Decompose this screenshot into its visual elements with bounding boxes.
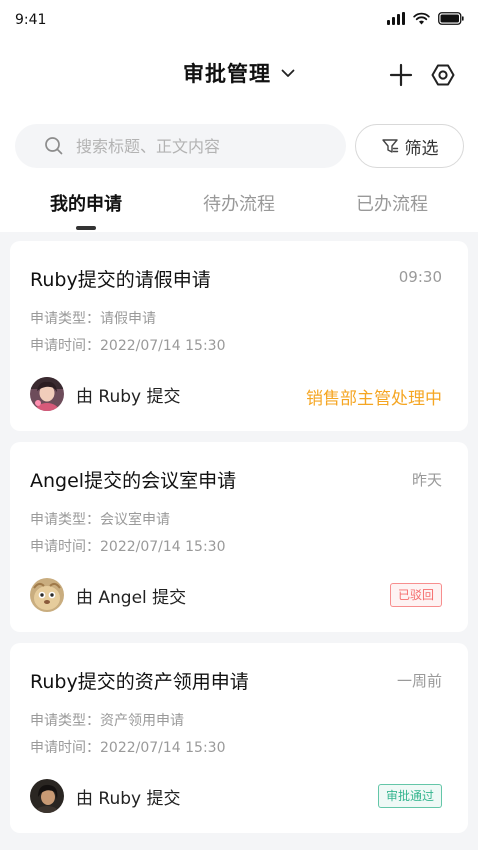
settings-icon: [431, 64, 455, 86]
search-bar[interactable]: [15, 124, 346, 168]
submitter: 由 Ruby 提交: [30, 377, 180, 411]
search-icon: [45, 137, 63, 155]
status-text: 销售部主管处理中: [306, 389, 442, 409]
status-badge: 审批通过: [377, 784, 442, 808]
tab-my-requests[interactable]: 我的申请: [26, 190, 146, 216]
request-title: Ruby提交的资产领用申请: [30, 671, 249, 693]
settings-button[interactable]: [430, 62, 456, 88]
submitter-name: 由 Ruby 提交: [76, 386, 181, 407]
tab-pending[interactable]: 待办流程: [179, 190, 299, 216]
request-type: 申请类型：资产领用申请: [30, 713, 184, 729]
avatar: [30, 377, 64, 411]
signal-icon: [387, 12, 405, 25]
avatar: [30, 779, 64, 813]
request-card[interactable]: Angel提交的会议室申请 昨天 申请类型：会议室申请 申请时间：2022/07…: [10, 442, 468, 632]
submitter-name: 由 Ruby 提交: [76, 788, 181, 809]
request-card[interactable]: Ruby提交的资产领用申请 一周前 申请类型：资产领用申请 申请时间：2022/…: [10, 643, 468, 833]
submitter: 由 Ruby 提交: [30, 779, 180, 813]
request-type: 申请类型：会议室申请: [30, 512, 170, 528]
tab-done[interactable]: 已办流程: [332, 190, 452, 216]
status-time: 9:41: [15, 12, 47, 28]
request-date: 申请时间：2022/07/14 15:30: [30, 338, 226, 354]
request-time: 一周前: [396, 672, 442, 690]
add-button[interactable]: [388, 62, 414, 88]
request-title: Ruby提交的请假申请: [30, 269, 211, 291]
battery-icon: [438, 12, 464, 25]
request-time: 09:30: [398, 268, 442, 286]
tab-bar: 我的申请 待办流程 已办流程: [0, 190, 478, 232]
request-date: 申请时间：2022/07/14 15:30: [30, 740, 226, 756]
request-card[interactable]: Ruby提交的请假申请 09:30 申请类型：请假申请 申请时间：2022/07…: [10, 241, 468, 431]
avatar: [30, 578, 64, 612]
filter-label: 筛选: [404, 138, 439, 159]
plus-icon: [389, 63, 413, 87]
request-type: 申请类型：请假申请: [30, 311, 156, 327]
status-icons: [387, 12, 464, 25]
top-panel: 9:41 审批管理 搜索标题、正文内容 筛选 我的申请 待办流程 已办流程: [0, 0, 478, 232]
submitter: 由 Angel 提交: [30, 578, 186, 612]
request-date: 申请时间：2022/07/14 15:30: [30, 539, 226, 555]
filter-button[interactable]: 筛选: [355, 124, 464, 168]
wifi-icon: [413, 12, 430, 25]
request-time: 昨天: [411, 471, 442, 489]
request-title: Angel提交的会议室申请: [30, 470, 237, 492]
status-badge: 已驳回: [389, 583, 442, 607]
tab-indicator: [76, 226, 96, 230]
page-title[interactable]: 审批管理: [183, 58, 271, 88]
submitter-name: 由 Angel 提交: [76, 587, 187, 608]
chevron-down-icon[interactable]: [281, 69, 295, 78]
filter-icon: [381, 139, 398, 153]
search-input[interactable]: [76, 136, 316, 156]
